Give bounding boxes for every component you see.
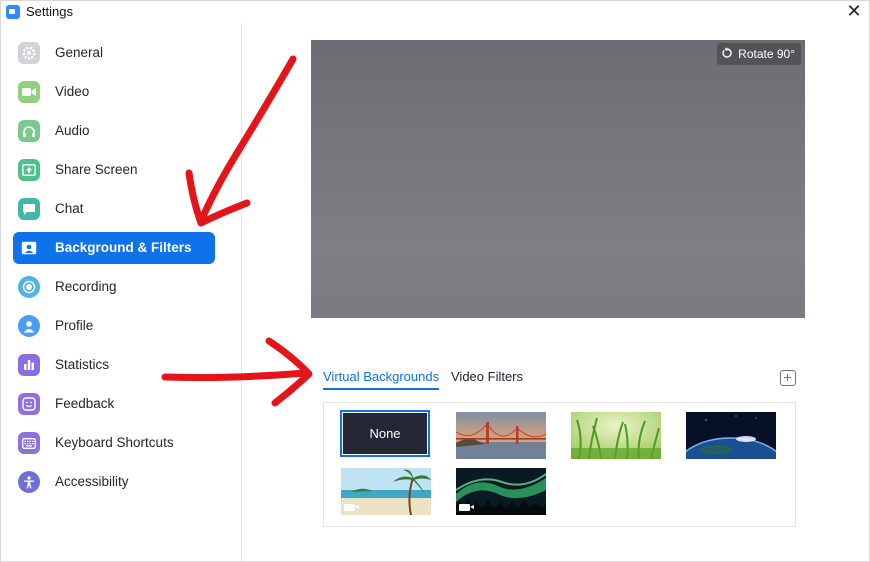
sidebar-item-profile[interactable]: Profile <box>13 310 215 342</box>
sidebar-item-label: Chat <box>55 201 84 216</box>
gear-icon <box>18 42 40 64</box>
sidebar-item-share-screen[interactable]: Share Screen <box>13 154 215 186</box>
sidebar-item-label: Keyboard Shortcuts <box>55 435 174 450</box>
sidebar-item-label: Feedback <box>55 396 115 411</box>
tab-video-filters[interactable]: Video Filters <box>451 369 523 388</box>
video-camera-icon <box>18 81 40 103</box>
bar-chart-icon <box>18 354 40 376</box>
window-title: Settings <box>26 4 73 19</box>
tab-virtual-backgrounds[interactable]: Virtual Backgrounds <box>323 369 440 390</box>
bg-thumb-beach[interactable] <box>341 468 431 515</box>
chat-bubble-icon <box>18 198 40 220</box>
close-button[interactable]: ✕ <box>843 1 865 23</box>
bg-thumb-golden-gate[interactable] <box>456 412 546 459</box>
sidebar-item-audio[interactable]: Audio <box>13 115 215 147</box>
sidebar-item-accessibility[interactable]: Accessibility <box>13 466 215 498</box>
bg-thumb-earth[interactable] <box>686 412 776 459</box>
video-background-icon <box>344 504 355 511</box>
share-screen-icon <box>18 159 40 181</box>
sidebar-item-label: Statistics <box>55 357 110 372</box>
title-bar: Settings ✕ <box>1 1 869 23</box>
zoom-app-icon <box>6 5 20 19</box>
settings-sidebar: General Video Audio Share Screen Chat Ba… <box>1 23 242 561</box>
rotate-icon <box>721 46 733 62</box>
headphones-icon <box>18 120 40 142</box>
smiley-icon <box>18 393 40 415</box>
keyboard-icon <box>18 432 40 454</box>
sidebar-item-label: Recording <box>55 279 117 294</box>
sidebar-item-label: Audio <box>55 123 90 138</box>
sidebar-item-background-filters[interactable]: Background & Filters <box>13 232 215 264</box>
person-portrait-icon <box>18 237 40 259</box>
profile-icon <box>18 315 40 337</box>
sidebar-item-recording[interactable]: Recording <box>13 271 215 303</box>
sidebar-item-label: Background & Filters <box>55 240 192 255</box>
rotate-label: Rotate 90° <box>738 47 795 61</box>
sidebar-item-general[interactable]: General <box>13 37 215 69</box>
sidebar-item-video[interactable]: Video <box>13 76 215 108</box>
bg-thumb-grass[interactable] <box>571 412 661 459</box>
record-icon <box>18 276 40 298</box>
accessibility-icon <box>18 471 40 493</box>
sidebar-item-label: Accessibility <box>55 474 129 489</box>
sidebar-item-label: Share Screen <box>55 162 138 177</box>
sidebar-item-statistics[interactable]: Statistics <box>13 349 215 381</box>
bg-thumb-aurora[interactable] <box>456 468 546 515</box>
add-background-button[interactable] <box>780 370 796 386</box>
video-background-icon <box>459 504 470 511</box>
sidebar-item-keyboard-shortcuts[interactable]: Keyboard Shortcuts <box>13 427 215 459</box>
camera-preview: Rotate 90° <box>311 40 805 318</box>
rotate-button[interactable]: Rotate 90° <box>717 43 801 65</box>
sidebar-item-label: General <box>55 45 104 60</box>
none-label: None <box>369 426 401 441</box>
bg-thumb-none[interactable]: None <box>340 410 430 457</box>
sidebar-item-chat[interactable]: Chat <box>13 193 215 225</box>
sidebar-item-label: Video <box>55 84 90 99</box>
virtual-background-gallery: None <box>323 402 796 527</box>
sidebar-item-feedback[interactable]: Feedback <box>13 388 215 420</box>
sidebar-item-label: Profile <box>55 318 94 333</box>
settings-window: Settings ✕ General Video Audio Share Scr… <box>0 0 870 562</box>
